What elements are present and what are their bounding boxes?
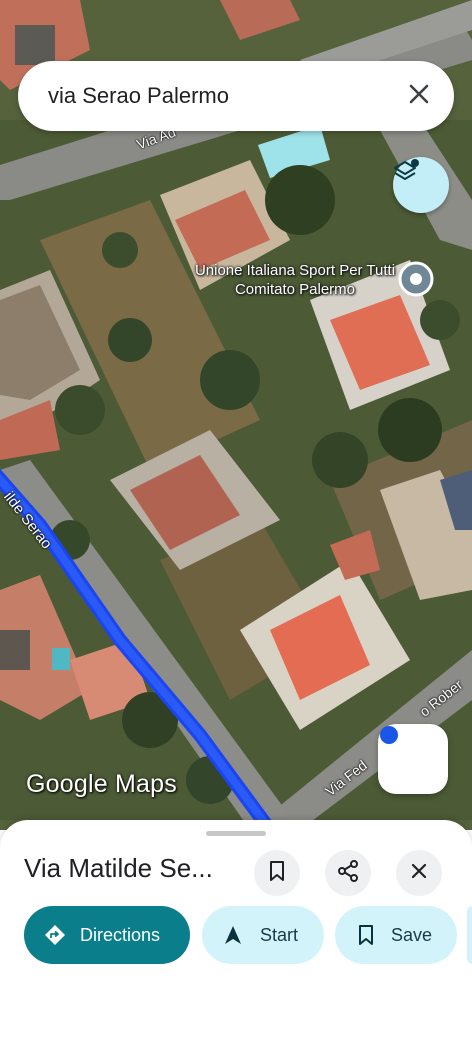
share-button[interactable]	[325, 850, 371, 896]
search-bar[interactable]: via Serao Palermo	[18, 61, 454, 131]
close-icon	[408, 83, 430, 110]
bookmark-icon	[267, 860, 287, 887]
share-icon	[337, 859, 359, 887]
start-button[interactable]: Start	[202, 906, 324, 964]
search-input[interactable]: via Serao Palermo	[48, 83, 404, 109]
place-bottom-sheet[interactable]: Via Matilde Se... Directions Start Save	[0, 820, 472, 1050]
clear-search-button[interactable]	[404, 81, 434, 111]
directions-icon	[44, 924, 66, 946]
sheet-drag-handle[interactable]	[206, 831, 266, 836]
poi-label[interactable]: Unione Italiana Sport Per Tutti Comitato…	[180, 261, 410, 299]
google-maps-logo: Google Maps	[26, 770, 177, 798]
save-button[interactable]: Save	[335, 906, 457, 964]
save-label: Save	[391, 924, 433, 945]
place-title: Via Matilde Se...	[24, 853, 213, 883]
save-place-button[interactable]	[254, 850, 300, 896]
poi-pin-icon[interactable]	[398, 261, 434, 297]
navigation-arrow-icon	[224, 925, 242, 945]
bookmark-icon	[357, 924, 375, 946]
my-location-button[interactable]	[378, 724, 448, 794]
close-sheet-button[interactable]	[396, 850, 442, 896]
layers-button[interactable]	[393, 157, 449, 213]
directions-button[interactable]: Directions	[24, 906, 190, 964]
start-label: Start	[260, 924, 299, 945]
directions-label: Directions	[80, 924, 161, 945]
close-icon	[410, 862, 428, 885]
more-actions-button-partial[interactable]	[467, 906, 472, 964]
